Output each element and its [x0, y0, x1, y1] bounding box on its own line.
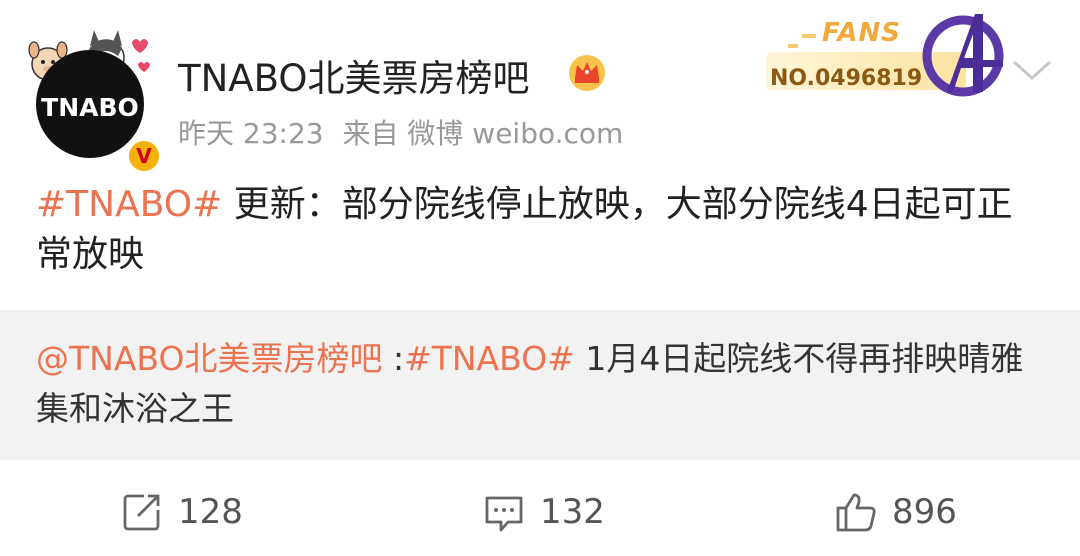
- fans-label: FANS: [822, 18, 902, 48]
- repost-count: 128: [178, 492, 243, 532]
- post-meta: 昨天 23:23 来自 微博 weibo.com: [178, 112, 633, 152]
- post-content: #TNABO# 更新：部分院线停止放映，大部分院线4日起可正常放映: [36, 180, 1046, 280]
- repost-separator: :: [382, 339, 405, 378]
- repost-hashtag[interactable]: #TNABO#: [404, 339, 575, 378]
- avatar-text: TNABO: [41, 92, 139, 122]
- like-button[interactable]: 896: [834, 488, 957, 536]
- crown-icon: [569, 55, 605, 91]
- post-hashtag[interactable]: #TNABO#: [36, 184, 222, 225]
- weibo-post: TNABO V TNABO北美票房榜吧 昨天 23:23 来自 微博 weibo…: [0, 0, 1080, 310]
- comment-icon: [485, 496, 523, 532]
- chevron-down-icon[interactable]: [1010, 56, 1054, 84]
- user-name[interactable]: TNABO北美票房榜吧: [178, 48, 529, 102]
- avatar-image: TNABO: [36, 50, 144, 158]
- comment-count: 132: [540, 492, 605, 532]
- repost-mention[interactable]: @TNABO北美票房榜吧: [36, 339, 382, 378]
- post-time: 昨天 23:23: [178, 117, 324, 150]
- comment-button[interactable]: 132: [482, 488, 605, 536]
- repost-text-block: @TNABO北美票房榜吧 :#TNABO# 1月4日起院线不得再排映晴雅集和沐浴…: [36, 334, 1051, 434]
- repost-button[interactable]: 128: [120, 488, 243, 536]
- like-icon: [836, 493, 876, 532]
- post-source[interactable]: 来自 微博 weibo.com: [343, 117, 624, 150]
- reposted-content[interactable]: @TNABO北美票房榜吧 :#TNABO# 1月4日起院线不得再排映晴雅集和沐浴…: [0, 310, 1080, 460]
- verified-icon: V: [126, 138, 162, 174]
- action-bar: 128 132 896: [0, 470, 1080, 556]
- avengers-logo-icon: [922, 14, 1004, 97]
- fans-number: NO.0496819: [770, 66, 923, 91]
- fans-badge[interactable]: FANS NO.0496819: [762, 8, 1012, 98]
- avatar[interactable]: TNABO V: [26, 26, 162, 174]
- repost-icon: [123, 494, 160, 531]
- like-count: 896: [892, 492, 957, 532]
